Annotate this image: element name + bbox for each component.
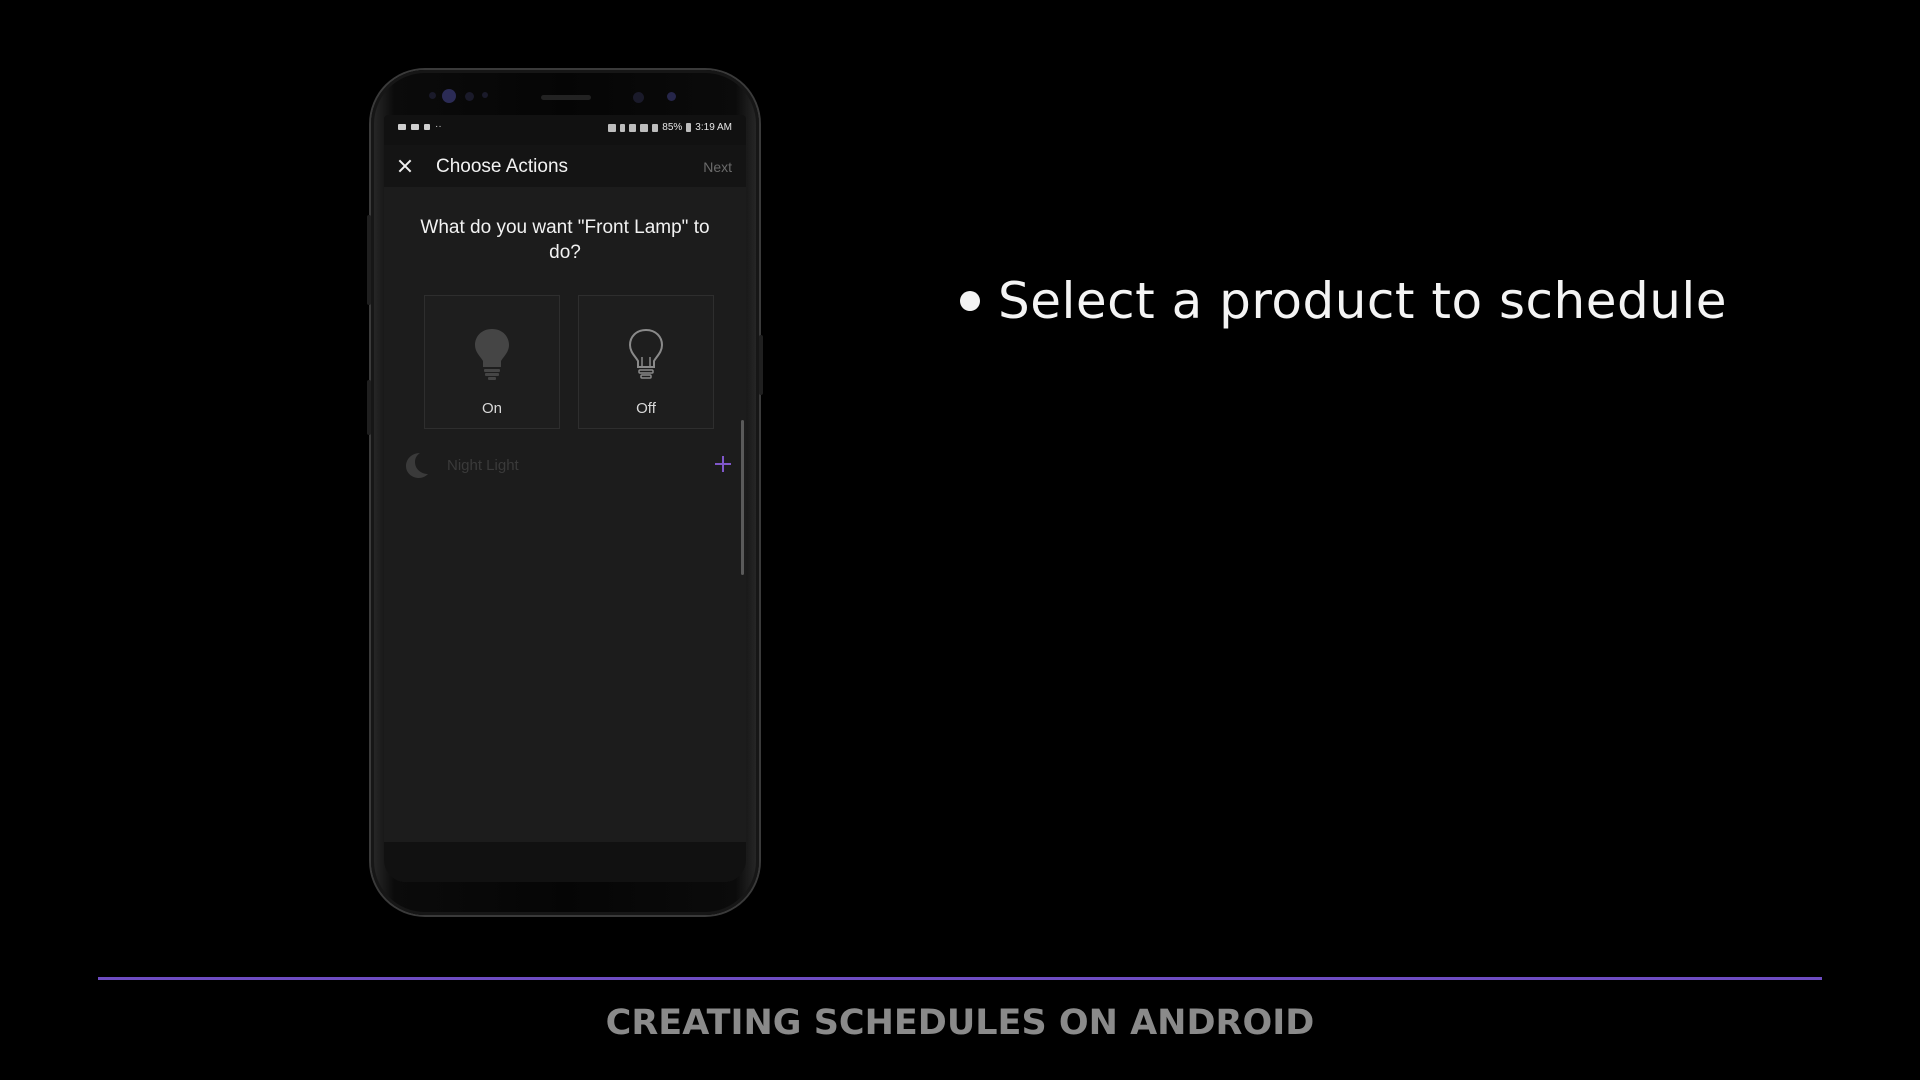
status-bar: ·· 85% 3:19 AM — [384, 115, 746, 145]
bixby-button — [367, 380, 371, 435]
app-bar: Choose Actions Next — [384, 145, 746, 187]
navigation-bar — [384, 842, 746, 882]
sensor-dot — [482, 92, 488, 98]
notification-icons: ·· — [398, 121, 442, 132]
moon-icon — [406, 453, 428, 478]
signal-icon — [652, 123, 659, 132]
bullet-text: Select a product to schedule — [998, 272, 1728, 330]
slide: ·· 85% 3:19 AM Choose Actions Next What … — [0, 0, 1920, 1080]
bullet-icon — [960, 291, 980, 311]
front-camera — [633, 92, 644, 103]
play-icon — [424, 124, 430, 130]
bulb-on-icon — [475, 329, 509, 380]
action-label: On — [481, 400, 502, 417]
plus-icon[interactable] — [712, 453, 734, 475]
bluetooth-icon — [620, 123, 626, 132]
system-icons: 85% 3:19 AM — [608, 122, 732, 133]
more-dots-icon: ·· — [435, 121, 442, 132]
notification-icon — [398, 124, 406, 130]
action-tile-on[interactable]: On — [424, 295, 560, 429]
power-button — [759, 335, 763, 395]
sensor-dot — [429, 92, 436, 99]
phone-mockup: ·· 85% 3:19 AM Choose Actions Next What … — [367, 70, 763, 915]
phone-top-bezel — [371, 70, 759, 116]
sensor-dot — [667, 92, 676, 101]
iris-scanner — [442, 89, 456, 103]
earpiece-speaker — [541, 95, 591, 100]
night-light-label: Night Light — [447, 457, 519, 474]
sensor-dot — [465, 92, 474, 101]
action-label: Off — [636, 400, 656, 417]
clock: 3:19 AM — [695, 122, 732, 133]
battery-icon — [686, 123, 692, 132]
nfc-icon — [608, 123, 617, 132]
action-tile-off[interactable]: Off — [578, 295, 714, 429]
page-title: Choose Actions — [436, 156, 569, 177]
night-light-row[interactable]: Night Light — [384, 445, 746, 485]
bullet-item: Select a product to schedule — [960, 272, 1727, 330]
notification-icon — [411, 124, 419, 130]
mute-icon — [629, 123, 637, 132]
close-icon[interactable] — [392, 153, 418, 179]
scrollbar[interactable] — [741, 420, 744, 575]
volume-button — [367, 215, 371, 305]
bulb-off-icon — [628, 328, 664, 379]
phone-screen: ·· 85% 3:19 AM Choose Actions Next What … — [384, 115, 746, 882]
battery-percent: 85% — [662, 122, 683, 133]
action-question: What do you want "Front Lamp" to do? — [420, 217, 710, 263]
footer-title: CREATING SCHEDULES ON ANDROID — [605, 1003, 1315, 1043]
next-button[interactable]: Next — [703, 159, 732, 175]
footer-divider — [98, 977, 1822, 980]
wifi-icon — [640, 123, 649, 132]
